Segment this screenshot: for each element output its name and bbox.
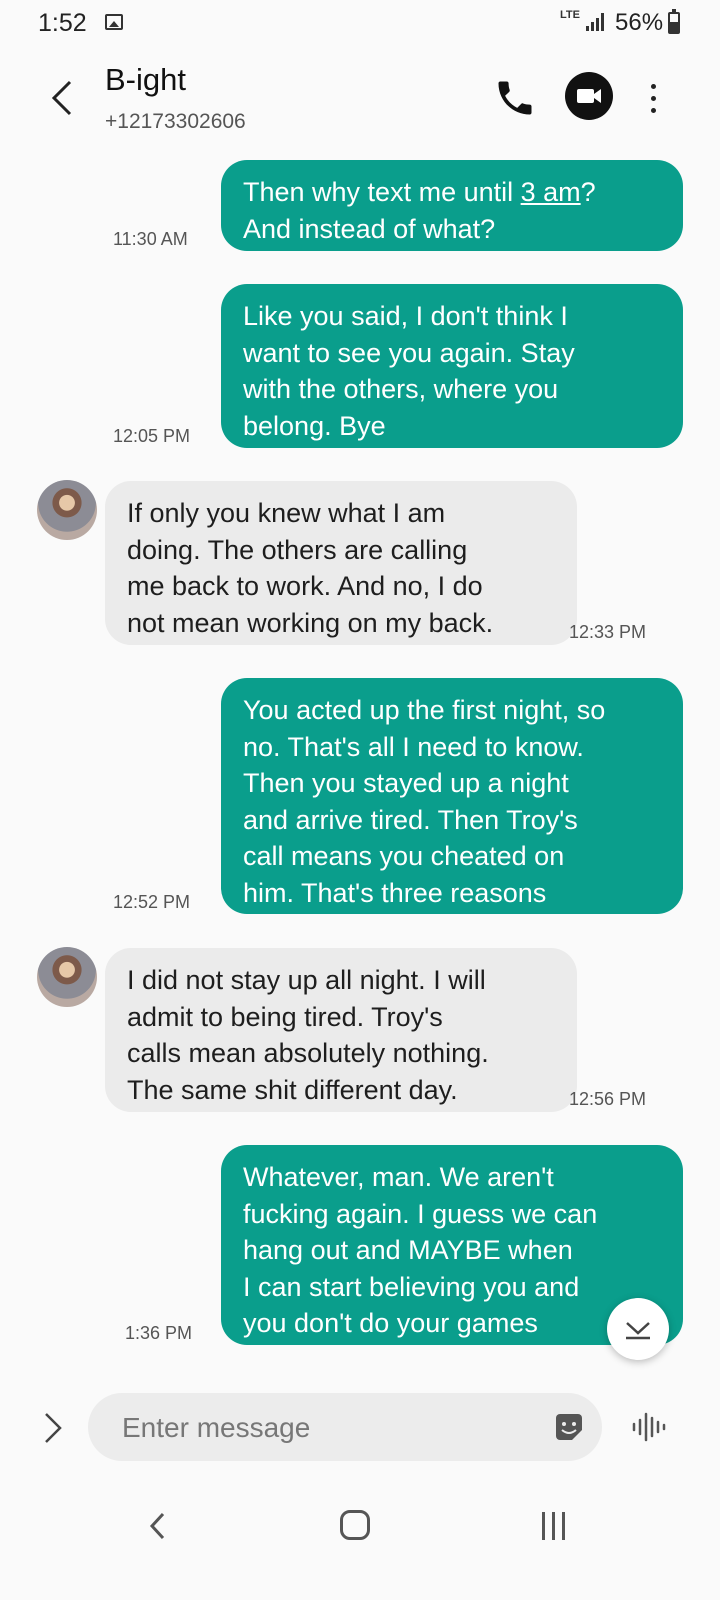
message-text-line: belong. Bye [243, 410, 386, 441]
message-text-line: and arrive tired. Then Troy's [243, 804, 578, 835]
message-text-line: And instead of what? [243, 213, 496, 244]
message-bubble-received[interactable]: If only you knew what I am doing. The ot… [105, 481, 577, 645]
message-text-line: no. That's all I need to know. [243, 731, 584, 762]
back-icon[interactable] [46, 78, 86, 118]
time-link[interactable]: 3 am [521, 177, 581, 207]
nav-recents-icon[interactable] [540, 1512, 568, 1540]
signal-icon [586, 13, 608, 31]
message-text-line: I can start believing you and [243, 1271, 580, 1302]
voice-input-icon[interactable] [630, 1408, 668, 1446]
sticker-icon[interactable] [552, 1410, 586, 1444]
message-bubble-sent[interactable]: Like you said, I don't think I want to s… [221, 284, 683, 448]
nav-back-icon[interactable] [143, 1508, 173, 1544]
contact-avatar[interactable] [37, 947, 97, 1007]
gallery-notification-icon [105, 14, 123, 30]
message-text-line: him. That's three reasons [243, 877, 547, 908]
message-timestamp: 12:33 PM [569, 622, 647, 642]
nav-home-icon[interactable] [340, 1510, 370, 1540]
message-text-line: ? [580, 177, 596, 207]
message-text-line: You acted up the first night, so [243, 695, 606, 725]
battery-fill [670, 21, 678, 32]
contact-avatar[interactable] [37, 480, 97, 540]
message-timestamp: 11:30 AM [113, 229, 188, 249]
message-composer [88, 1393, 602, 1461]
message-text-line: If only you knew what I am [127, 498, 446, 528]
message-text-line: Whatever, man. We aren't [243, 1162, 554, 1192]
conversation-header: B-ight +12173302606 [0, 50, 720, 150]
expand-icon[interactable] [38, 1410, 68, 1446]
scroll-down-icon[interactable] [607, 1298, 669, 1360]
message-timestamp: 12:56 PM [569, 1089, 647, 1109]
message-text-line: Then why text me until [243, 177, 521, 207]
message-text-line: with the others, where you [243, 374, 559, 404]
message-text-line: me back to work. And no, I do [127, 571, 483, 601]
status-bar: 1:52 LTE 56% [0, 0, 720, 46]
more-options-icon[interactable] [648, 80, 658, 118]
message-bubble-sent[interactable]: Then why text me until 3 am? And instead… [221, 160, 683, 251]
message-input[interactable] [120, 1405, 534, 1451]
battery-icon [668, 9, 680, 34]
message-text-line: calls mean absolutely nothing. [127, 1038, 489, 1068]
message-text-line: want to see you again. Stay [243, 337, 575, 368]
status-time: 1:52 [38, 9, 87, 37]
message-bubble-sent[interactable]: You acted up the first night, so no. Tha… [221, 678, 683, 914]
contact-number: +12173302606 [105, 110, 246, 133]
message-text-line: Like you said, I don't think I [243, 301, 568, 331]
message-bubble-received[interactable]: I did not stay up all night. I will admi… [105, 948, 577, 1112]
message-text-line: you don't do your games [243, 1308, 538, 1338]
message-text-line: fucking again. I guess we can [243, 1198, 598, 1229]
message-text-line: admit to being tired. Troy's [127, 1001, 443, 1032]
message-text-line: Then you stayed up a night [243, 768, 569, 798]
battery-percent: 56% [615, 9, 664, 36]
message-text-line: hang out and MAYBE when [243, 1235, 573, 1265]
message-text-line: call means you cheated on [243, 841, 565, 871]
contact-name[interactable]: B-ight [105, 62, 186, 98]
message-timestamp: 1:36 PM [125, 1323, 193, 1343]
message-text-line: I did not stay up all night. I will [127, 965, 486, 995]
network-type: LTE [560, 9, 580, 21]
message-text-line: doing. The others are calling [127, 534, 468, 565]
message-timestamp: 12:05 PM [113, 426, 191, 446]
message-text-line: The same shit different day. [127, 1074, 458, 1105]
video-call-icon[interactable] [565, 72, 613, 120]
message-text-line: not mean working on my back. [127, 607, 494, 638]
message-timestamp: 12:52 PM [113, 892, 191, 912]
call-icon[interactable] [493, 76, 537, 120]
